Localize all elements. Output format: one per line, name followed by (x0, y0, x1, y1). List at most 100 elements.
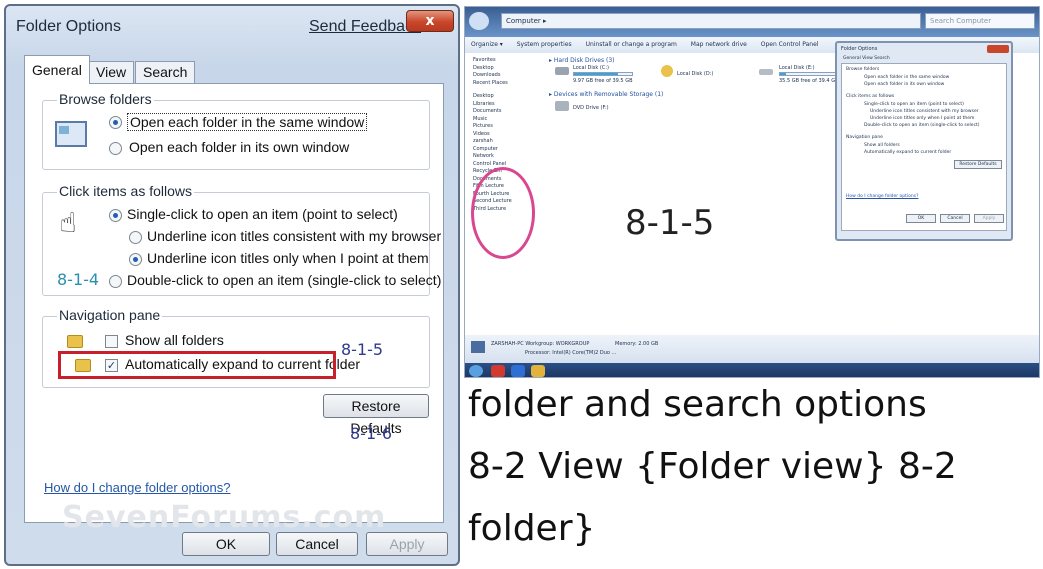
removable-header: ▸ Devices with Removable Storage (1) (549, 91, 664, 98)
radio-underline-point[interactable] (129, 253, 142, 266)
radio-own-window[interactable] (109, 142, 122, 155)
mini-folder-options-dialog: Folder Options General View Search Brows… (835, 41, 1013, 241)
back-icon[interactable] (469, 12, 489, 30)
opt-show-all-folders-label[interactable]: Show all folders (125, 332, 224, 348)
side-item[interactable]: Documents (473, 108, 543, 116)
pointing-hand-icon: ☝ (59, 206, 77, 239)
mini-panel: Browse folders Open each folder in the s… (841, 63, 1007, 231)
send-feedback-link[interactable]: Send Feedback (309, 18, 421, 36)
opt-underline-consistent-label[interactable]: Underline icon titles consistent with my… (147, 228, 441, 244)
drive-e-label[interactable]: Local Disk (E:) (779, 65, 815, 71)
computer-icon (471, 341, 485, 353)
mini-title: Folder Options (841, 46, 878, 52)
window-icon (55, 121, 87, 147)
drive-e-icon (759, 69, 773, 75)
annotation-8-1-5-right: 8-1-5 (625, 203, 715, 243)
side-item[interactable]: Computer (473, 146, 543, 154)
mini-single[interactable]: Single-click to open an item (point to s… (864, 102, 964, 107)
cancel-button[interactable]: Cancel (276, 532, 358, 556)
caption-line-1: folder and search options (468, 384, 927, 425)
watermark: SevenForums.com (62, 500, 387, 535)
mini-auto[interactable]: Automatically expand to current folder (864, 150, 951, 155)
mini-u2[interactable]: Underline icon titles only when I point … (870, 116, 974, 121)
drive-c-usage-bar (573, 72, 633, 76)
folder-options-dialog: Folder Options Send Feedback x General V… (4, 4, 460, 566)
side-item[interactable]: Desktop (473, 65, 543, 73)
cmd-control-panel[interactable]: Open Control Panel (761, 41, 819, 48)
taskbar-app-icon[interactable] (491, 365, 505, 377)
general-tab-panel: Browse folders Open each folder in the s… (24, 83, 444, 523)
mini-ok-button[interactable]: OK (906, 214, 936, 223)
side-item[interactable]: Music (473, 116, 543, 124)
close-button[interactable]: x (406, 10, 454, 32)
taskbar-app-icon[interactable] (511, 365, 525, 377)
dvd-icon (555, 101, 569, 111)
tab-general[interactable]: General (24, 55, 90, 84)
mini-tabs[interactable]: General View Search (843, 56, 890, 61)
opt-same-window-label[interactable]: Open each folder in the same window (127, 113, 368, 131)
mini-same[interactable]: Open each folder in the same window (864, 75, 949, 80)
side-item[interactable]: Favorites (473, 57, 543, 65)
click-items-title: Click items as follows (57, 183, 195, 199)
drive-c-label[interactable]: Local Disk (C:) (573, 65, 609, 71)
radio-double-click[interactable] (109, 275, 122, 288)
taskbar-folder-icon[interactable] (531, 365, 545, 377)
address-bar[interactable]: Computer ▸ (501, 13, 921, 29)
navigation-pane-title: Navigation pane (57, 307, 163, 323)
hdd-header: ▸ Hard Disk Drives (3) (549, 57, 615, 64)
mini-dbl[interactable]: Double-click to open an item (single-cli… (864, 123, 980, 128)
side-item[interactable]: zarshah (473, 138, 543, 146)
mini-help-link[interactable]: How do I change folder options? (846, 194, 919, 199)
ok-button[interactable]: OK (182, 532, 270, 556)
help-link[interactable]: How do I change folder options? (44, 480, 230, 495)
annotation-8-1-6: 8-1-6 (350, 424, 393, 443)
tab-search[interactable]: Search (135, 61, 196, 83)
apply-button[interactable]: Apply (366, 532, 448, 556)
cmd-system-properties[interactable]: System properties (517, 41, 572, 48)
side-item[interactable]: Network (473, 153, 543, 161)
mini-apply-button[interactable]: Apply (974, 214, 1004, 223)
mini-cancel-button[interactable]: Cancel (940, 214, 970, 223)
status-memory: Memory: 2.00 GB (615, 341, 659, 347)
annotation-8-1-4: 8-1-4 (57, 270, 100, 289)
page: Folder Options Send Feedback x General V… (0, 0, 1043, 569)
radio-same-window[interactable] (109, 116, 122, 129)
drive-d-label[interactable]: Local Disk (D:) (677, 71, 713, 77)
cmd-organize[interactable]: Organize ▾ (471, 41, 503, 48)
cmd-uninstall[interactable]: Uninstall or change a program (586, 41, 677, 48)
drive-d-icon (661, 65, 673, 77)
dvd-label[interactable]: DVD Drive (F:) (573, 105, 609, 111)
mini-nav: Navigation pane (846, 135, 883, 140)
browse-folders-group: Browse folders Open each folder in the s… (42, 91, 430, 170)
mini-own[interactable]: Open each folder in its own window (864, 82, 944, 87)
side-item[interactable]: Downloads (473, 72, 543, 80)
drive-e-usage-bar (779, 72, 839, 76)
side-item[interactable]: Libraries (473, 101, 543, 109)
opt-double-click-label[interactable]: Double-click to open an item (single-cli… (127, 272, 441, 288)
opt-single-click-label[interactable]: Single-click to open an item (point to s… (127, 206, 398, 222)
side-item[interactable]: Recent Places (473, 80, 543, 88)
radio-underline-consistent[interactable] (129, 231, 142, 244)
side-item[interactable]: Desktop (473, 93, 543, 101)
mini-show[interactable]: Show all folders (864, 143, 900, 148)
search-box[interactable]: Search Computer (925, 13, 1035, 29)
mini-restore-button[interactable]: Restore Defaults (954, 160, 1002, 169)
browse-folders-title: Browse folders (57, 91, 154, 107)
checkbox-show-all-folders[interactable] (105, 335, 118, 348)
side-item[interactable]: Pictures (473, 123, 543, 131)
opt-underline-point-label[interactable]: Underline icon titles only when I point … (147, 250, 429, 266)
side-item[interactable]: Videos (473, 131, 543, 139)
cmd-map-drive[interactable]: Map network drive (691, 41, 747, 48)
status-processor: Processor: Intel(R) Core(TM)2 Duo ... (525, 350, 617, 356)
tab-view[interactable]: View (88, 61, 135, 83)
dialog-title: Folder Options (16, 18, 121, 35)
mini-u1[interactable]: Underline icon titles consistent with my… (870, 109, 979, 114)
auto-expand-highlight-box (58, 351, 336, 379)
start-orb-icon[interactable] (469, 365, 483, 377)
explorer-screenshot: Computer ▸ Search Computer Organize ▾ Sy… (464, 6, 1040, 378)
mini-close-button[interactable] (987, 45, 1009, 53)
radio-single-click[interactable] (109, 209, 122, 222)
opt-own-window-label[interactable]: Open each folder in its own window (129, 139, 349, 155)
restore-defaults-button[interactable]: Restore Defaults (323, 394, 429, 436)
explorer-status-bar: ZARSHAH-PC Workgroup: WORKGROUP Memory: … (465, 335, 1039, 363)
